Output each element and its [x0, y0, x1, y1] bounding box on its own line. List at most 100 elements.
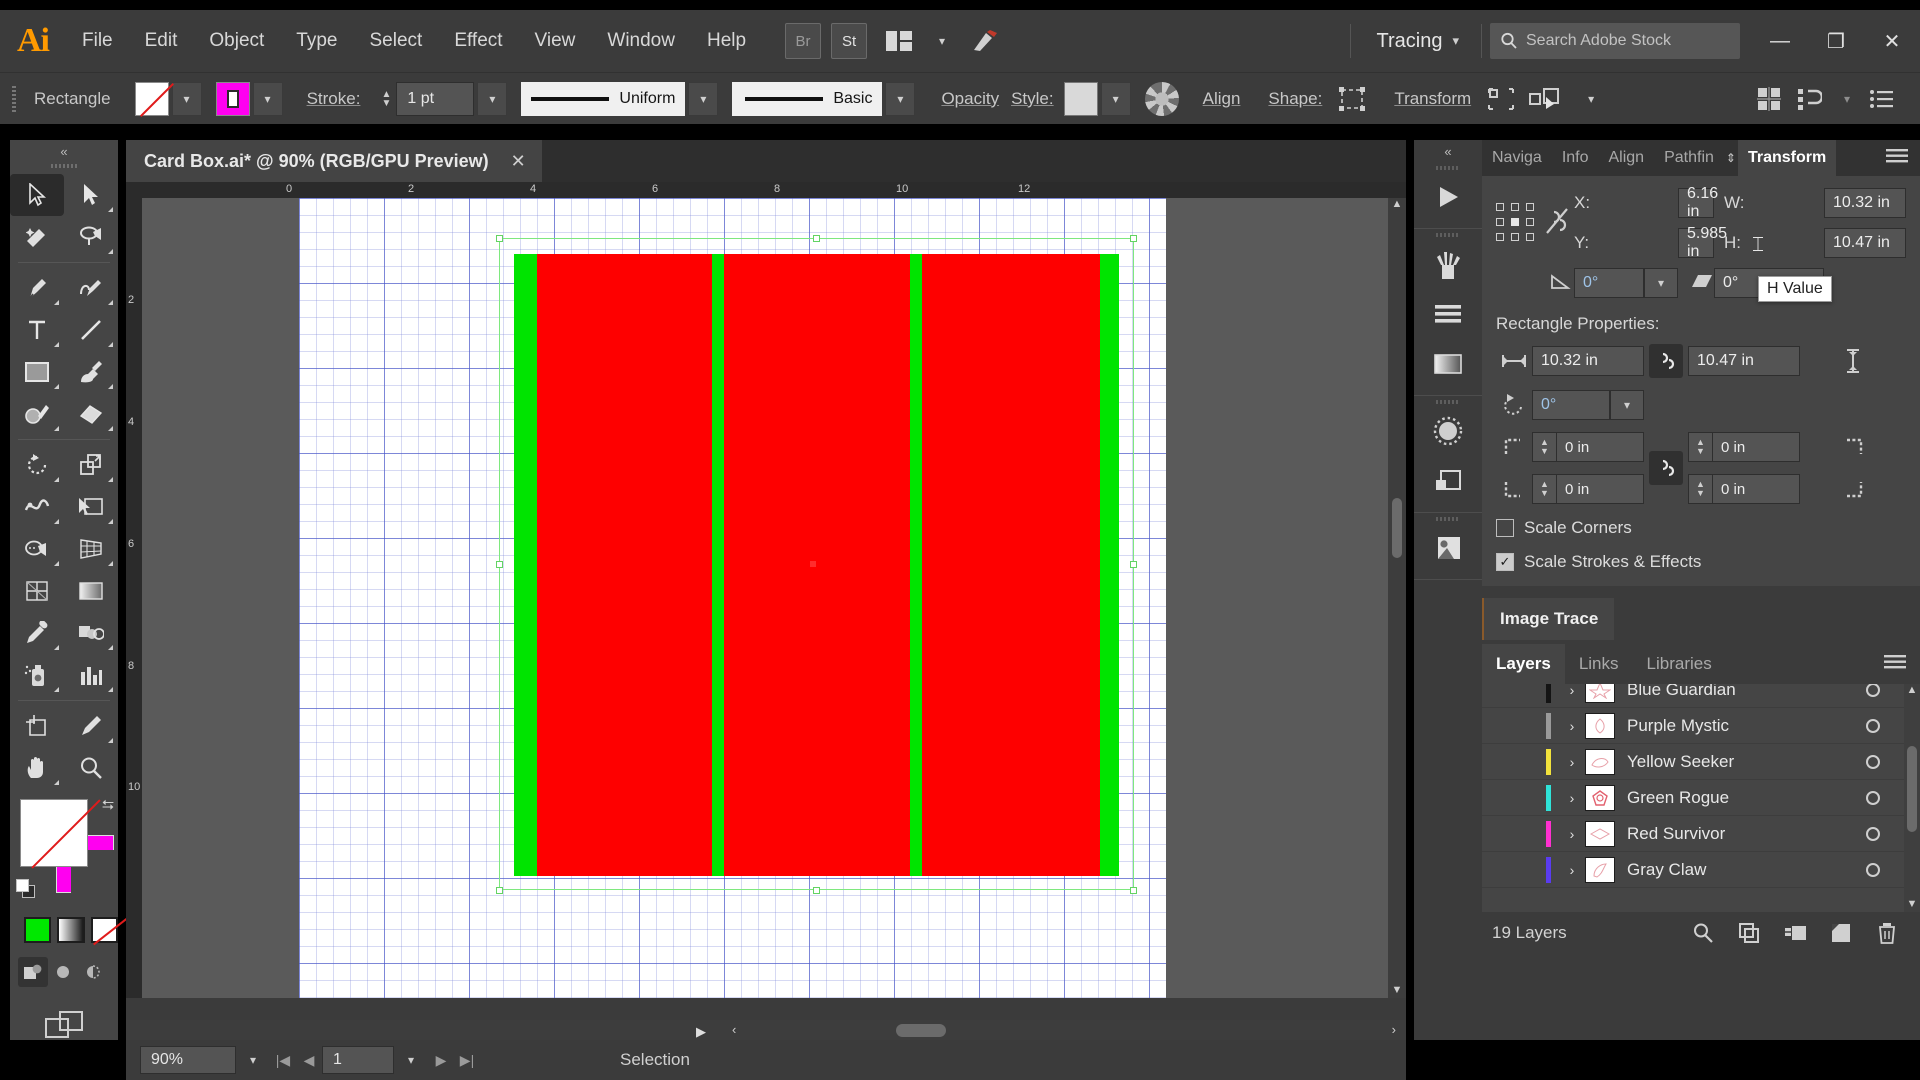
scroll-right-icon[interactable]: ›	[1392, 1022, 1396, 1037]
canvas[interactable]	[142, 198, 1390, 998]
create-sublayer-icon[interactable]	[1772, 922, 1818, 944]
rect-link-wh-icon[interactable]	[1649, 344, 1683, 378]
magic-wand-tool[interactable]	[10, 216, 64, 258]
default-fill-stroke-icon[interactable]	[16, 879, 38, 901]
menu-help[interactable]: Help	[691, 10, 762, 72]
rail-collapse-icon[interactable]: «	[1414, 140, 1482, 162]
stroke-profile-chevron-down-icon[interactable]: ▾	[688, 82, 718, 116]
change-screen-mode-icon[interactable]	[44, 1009, 118, 1046]
scale-strokes-checkbox[interactable]: ✓	[1496, 553, 1514, 571]
transform-panel-menu-icon[interactable]	[1874, 140, 1920, 176]
corner-tr-field[interactable]: 0 in	[1712, 432, 1800, 462]
rotate-tool[interactable]	[10, 444, 64, 486]
tools-grip[interactable]	[51, 164, 77, 168]
layer-target-icon[interactable]	[1866, 827, 1880, 841]
corner-br-group[interactable]: ▲▼ 0 in	[1688, 474, 1800, 504]
artwork-card-box[interactable]	[514, 254, 1119, 876]
corner-br-stepper[interactable]: ▲▼	[1688, 474, 1712, 504]
shape-builder-tool[interactable]	[10, 528, 64, 570]
isolate-selected-icon[interactable]	[1521, 81, 1573, 117]
layer-target-icon[interactable]	[1866, 863, 1880, 877]
style-label[interactable]: Style:	[1009, 89, 1064, 109]
document-tab-close-icon[interactable]: ✕	[511, 151, 542, 172]
zoom-level-field[interactable]: 90%	[140, 1046, 236, 1074]
fill-swatch[interactable]	[135, 82, 169, 116]
draw-behind-icon[interactable]	[48, 957, 78, 987]
rail-grip[interactable]	[1436, 400, 1460, 404]
corner-bl-stepper[interactable]: ▲▼	[1532, 474, 1556, 504]
menu-view[interactable]: View	[519, 10, 592, 72]
minimize-button[interactable]: —	[1752, 10, 1808, 72]
paintbrush-tool[interactable]	[64, 351, 118, 393]
layer-expand-icon[interactable]: ›	[1559, 862, 1585, 878]
shape-options-icon[interactable]	[1332, 81, 1372, 117]
direct-selection-tool[interactable]	[64, 174, 118, 216]
graphic-style-chevron-down-icon[interactable]: ▾	[1101, 82, 1131, 116]
scroll-left-icon[interactable]: ‹	[732, 1022, 736, 1037]
layers-scroll-up-icon[interactable]: ▲	[1904, 684, 1920, 696]
scroll-play-icon[interactable]: ▶	[696, 1024, 706, 1040]
canvas-vertical-scrollbar[interactable]: ▲ ▼	[1388, 198, 1406, 998]
align-to-selection-icon[interactable]	[1789, 81, 1829, 117]
rail-grip[interactable]	[1436, 166, 1460, 170]
align-label[interactable]: Align	[1193, 89, 1251, 109]
zoom-tool[interactable]	[64, 747, 118, 789]
document-tab[interactable]: Card Box.ai* @ 90% (RGB/GPU Preview) ✕	[126, 140, 542, 182]
tab-navigator[interactable]: Naviga	[1482, 140, 1552, 176]
corner-tl-field[interactable]: 0 in	[1556, 432, 1644, 462]
type-tool[interactable]	[10, 309, 64, 351]
layers-list[interactable]: › Blue Skies › Blue Guardian › Purple My…	[1482, 684, 1920, 912]
tab-align[interactable]: Align	[1599, 140, 1655, 176]
perspective-grid-tool[interactable]	[64, 528, 118, 570]
scale-strokes-row[interactable]: ✓ Scale Strokes & Effects	[1496, 552, 1906, 572]
brushes-icon[interactable]	[1414, 239, 1482, 289]
workspace-chevron-down-icon[interactable]: ▾	[1452, 33, 1473, 49]
last-artboard-icon[interactable]: ▶|	[454, 1052, 480, 1069]
corner-br-field[interactable]: 0 in	[1712, 474, 1800, 504]
layer-expand-icon[interactable]: ›	[1559, 754, 1585, 770]
layer-target-icon[interactable]	[1866, 719, 1880, 733]
envelope-distort-icon[interactable]	[1481, 81, 1521, 117]
scroll-down-icon[interactable]: ▼	[1388, 984, 1406, 996]
hand-tool[interactable]	[10, 747, 64, 789]
vertical-ruler[interactable]: 2 4 6 8 10	[126, 198, 142, 998]
color-guide-icon[interactable]	[1414, 406, 1482, 456]
rect-rotation-field[interactable]: 0°	[1532, 390, 1610, 420]
tab-image-trace[interactable]: Image Trace	[1482, 598, 1614, 640]
layer-target-icon[interactable]	[1866, 755, 1880, 769]
tab-libraries[interactable]: Libraries	[1633, 644, 1726, 684]
transform-rotate-chevron-down-icon[interactable]: ▾	[1644, 268, 1678, 298]
transform-h-field[interactable]: 10.47 in	[1824, 228, 1906, 258]
stock-brush-icon[interactable]	[963, 23, 1007, 59]
layer-expand-icon[interactable]: ›	[1559, 718, 1585, 734]
arrange-documents-icon[interactable]	[877, 23, 921, 59]
shaper-tool[interactable]	[10, 393, 64, 435]
zoom-chevron-down-icon[interactable]: ▾	[236, 1053, 270, 1067]
transform-label[interactable]: Transform	[1372, 89, 1481, 109]
draw-normal-icon[interactable]	[18, 957, 48, 987]
isolate-chevron-down-icon[interactable]: ▾	[1576, 82, 1606, 116]
transparency-icon[interactable]	[1414, 456, 1482, 506]
rail-grip[interactable]	[1436, 517, 1460, 521]
corner-tr-group[interactable]: ▲▼ 0 in	[1688, 432, 1800, 462]
graphic-style-swatch[interactable]	[1064, 82, 1098, 116]
transform-rotate-field[interactable]: 0°	[1574, 268, 1644, 298]
eraser-tool[interactable]	[64, 393, 118, 435]
slice-tool[interactable]	[64, 705, 118, 747]
layer-expand-icon[interactable]: ›	[1559, 826, 1585, 842]
fill-chevron-down-icon[interactable]: ▾	[172, 82, 202, 116]
menu-effect[interactable]: Effect	[438, 10, 518, 72]
brush-definition-chevron-down-icon[interactable]: ▾	[885, 82, 915, 116]
stroke-weight-chevron-down-icon[interactable]: ▾	[477, 82, 507, 116]
opacity-label[interactable]: Opacity	[931, 89, 1009, 109]
asset-export-icon[interactable]	[1414, 172, 1482, 222]
layer-expand-icon[interactable]: ›	[1559, 790, 1585, 806]
rectangle-tool[interactable]	[10, 351, 64, 393]
corner-tl-group[interactable]: ▲▼ 0 in	[1532, 432, 1644, 462]
recolor-artwork-icon[interactable]	[1145, 82, 1179, 116]
stroke-swatch[interactable]	[216, 82, 250, 116]
menu-edit[interactable]: Edit	[129, 10, 194, 72]
tab-transform[interactable]: Transform	[1738, 140, 1836, 176]
curvature-tool[interactable]	[64, 267, 118, 309]
stroke-weight-field[interactable]: 1 pt	[396, 82, 474, 116]
